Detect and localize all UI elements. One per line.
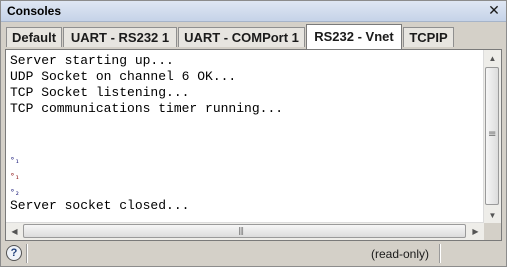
close-icon[interactable]: ✕ [487,3,501,17]
status-divider [26,244,28,263]
horizontal-scroll-thumb[interactable]: ||| [23,224,466,238]
tab-uart-comport-1[interactable]: UART - COMPort 1 [178,27,305,47]
grip-icon: ||| [238,226,244,235]
console-panel: Server starting up... UDP Socket on chan… [5,49,502,241]
console-line: Server socket closed... [10,198,190,213]
status-divider [439,244,441,263]
tab-uart-rs232-1[interactable]: UART - RS232 1 [63,27,177,47]
console-control-char: °₁ [10,172,20,181]
title-bar: Consoles ✕ [1,1,506,22]
help-icon[interactable]: ? [6,245,22,261]
tab-tcpip[interactable]: TCPIP [403,27,454,47]
console-control-char: °₂ [10,188,20,197]
tab-bar: Default UART - RS232 1 UART - COMPort 1 … [1,22,506,49]
scroll-left-icon[interactable]: ◀ [6,223,23,240]
console-line: TCP Socket listening... [10,85,190,100]
status-bar: ? (read-only) [1,242,506,266]
console-line: TCP communications timer running... [10,101,284,116]
scroll-up-icon[interactable]: ▲ [484,50,501,67]
console-line: UDP Socket on channel 6 OK... [10,69,237,84]
scrollbar-corner [484,223,501,240]
consoles-window: Consoles ✕ Default UART - RS232 1 UART -… [0,0,507,267]
horizontal-scrollbar[interactable]: ◀ ||| ▶ [6,222,484,240]
console-control-char: °₁ [10,156,20,165]
tab-rs232-vnet[interactable]: RS232 - Vnet [306,24,402,49]
window-title: Consoles [7,4,62,18]
vertical-scroll-thumb[interactable]: ≡ [485,67,499,205]
console-line: Server starting up... [10,53,174,68]
grip-icon: ≡ [488,129,497,140]
scroll-right-icon[interactable]: ▶ [467,223,484,240]
tab-default[interactable]: Default [6,27,62,47]
vertical-scrollbar[interactable]: ▲ ≡ ▼ [483,50,501,224]
console-output[interactable]: Server starting up... UDP Socket on chan… [6,50,486,224]
read-only-status: (read-only) [371,247,430,261]
scroll-down-icon[interactable]: ▼ [484,207,501,224]
